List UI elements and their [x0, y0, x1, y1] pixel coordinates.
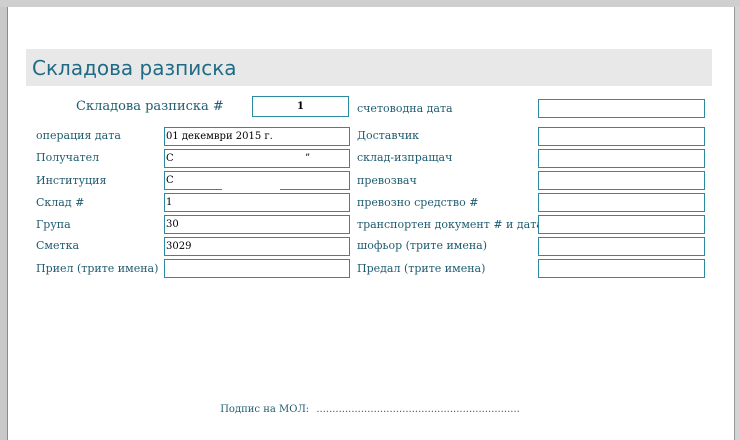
received-by-label: Приел (трите имена) — [36, 262, 159, 275]
title-band: Складова разписка — [26, 49, 712, 86]
signature-dotted-line: ........................................… — [316, 404, 520, 415]
sending-warehouse-label: склад-изпращач — [357, 151, 453, 164]
receipt-number-label: Складова разписка # — [76, 99, 224, 114]
page-title: Складова разписка — [32, 56, 237, 80]
window-top-border — [0, 0, 740, 7]
warehouse-label: Склад # — [36, 196, 85, 209]
recipient-label: Получател — [36, 151, 100, 164]
institution-value: С — [166, 175, 174, 186]
warehouse-field[interactable]: 1 — [164, 193, 350, 212]
handed-over-by-field[interactable] — [538, 259, 705, 278]
handed-over-by-label: Предал (трите имена) — [357, 262, 486, 275]
carrier-field[interactable] — [538, 171, 705, 190]
vehicle-field[interactable] — [538, 193, 705, 212]
recipient-field[interactable]: С ” — [164, 149, 350, 168]
account-label: Сметка — [36, 239, 80, 252]
signature-line-block: Подпис на МОЛ: .........................… — [0, 404, 740, 415]
window-left-border — [0, 7, 8, 440]
vehicle-label: превозно средство # — [357, 196, 479, 209]
sending-warehouse-field[interactable] — [538, 149, 705, 168]
recipient-quote-mark: ” — [305, 153, 311, 164]
accounting-date-field[interactable] — [538, 99, 705, 118]
transport-document-label: транспортен документ # и дата — [357, 218, 543, 231]
driver-label: шофьор (трите имена) — [357, 239, 488, 252]
operation-date-field[interactable]: 01 декември 2015 г. — [164, 127, 350, 146]
operation-date-label: операция дата — [36, 129, 121, 142]
carrier-label: превозвач — [357, 174, 417, 187]
group-field[interactable]: 30 — [164, 215, 350, 234]
supplier-field[interactable] — [538, 127, 705, 146]
driver-field[interactable] — [538, 237, 705, 256]
window-right-border — [734, 7, 740, 440]
transport-document-field[interactable] — [538, 215, 705, 234]
group-label: Група — [36, 218, 71, 231]
account-field[interactable]: 3029 — [164, 237, 350, 256]
institution-field-gap — [222, 188, 280, 190]
received-by-field[interactable] — [164, 259, 350, 278]
accounting-date-label: счетоводна дата — [357, 102, 453, 115]
institution-label: Институция — [36, 174, 107, 187]
receipt-number-field[interactable]: 1 — [252, 96, 349, 117]
signature-label: Подпис на МОЛ: — [220, 404, 310, 415]
supplier-label: Доставчик — [357, 129, 420, 142]
recipient-value: С — [166, 153, 174, 164]
